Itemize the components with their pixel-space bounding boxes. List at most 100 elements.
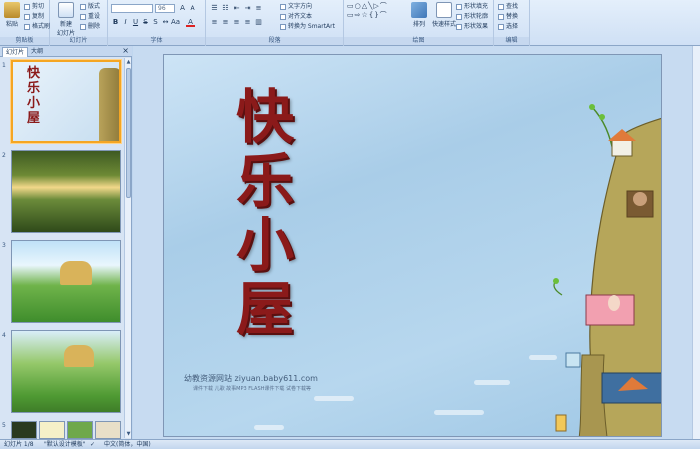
slide-thumbnail-1[interactable]: 快乐小屋 bbox=[11, 60, 121, 143]
tab-slides[interactable]: 幻灯片 bbox=[2, 47, 29, 57]
character-spacing-button[interactable]: ↔ bbox=[161, 18, 170, 27]
underline-button[interactable]: U bbox=[131, 18, 140, 27]
language-indicator[interactable]: 中文(简体，中国) bbox=[104, 440, 151, 449]
slide-workspace: 快乐小屋 幼教资源网站 ziyuan.baby611.com 课件下载 儿歌 故… bbox=[133, 46, 700, 439]
format-painter-button[interactable]: 格式刷 bbox=[24, 22, 50, 31]
pane-scrollbar[interactable]: ▲ ▼ bbox=[124, 58, 131, 438]
justify-button[interactable]: ≡ bbox=[243, 18, 252, 27]
slide-thumbnail-3[interactable] bbox=[11, 240, 121, 323]
status-bar: 幻灯片 1/8 "默认设计模板" ✓ 中文(简体，中国) bbox=[0, 439, 700, 449]
font-name-box[interactable] bbox=[111, 4, 153, 13]
paste-icon bbox=[4, 2, 20, 18]
shape-effects-icon bbox=[456, 23, 462, 30]
site-subcaption: 课件下载 儿歌 故事MP3 FLASH课件下载 试卷下载等 bbox=[193, 386, 312, 392]
editing-group: 查找 替换 选择 编辑 bbox=[494, 0, 530, 46]
shape-outline-icon bbox=[456, 13, 462, 20]
delete-button[interactable]: 删除 bbox=[80, 22, 100, 31]
find-button[interactable]: 查找 bbox=[498, 2, 518, 11]
decrease-indent-button[interactable]: ⇤ bbox=[232, 4, 241, 13]
text-direction-icon bbox=[280, 3, 286, 10]
shape-effects-button[interactable]: 形状效果 bbox=[456, 22, 488, 31]
quick-styles-icon bbox=[436, 2, 452, 18]
columns-button[interactable]: ▥ bbox=[254, 18, 263, 27]
pane-tabs: 幻灯片 大纲 × bbox=[0, 46, 132, 57]
close-pane-icon[interactable]: × bbox=[122, 46, 129, 55]
slide-thumbnail-5[interactable] bbox=[11, 421, 121, 439]
slide-title[interactable]: 快乐小屋 bbox=[230, 85, 300, 341]
smartart-button[interactable]: 转换为 SmartArt bbox=[280, 22, 335, 31]
copy-button[interactable]: 复制 bbox=[24, 12, 44, 21]
cloud-decoration bbox=[314, 396, 354, 401]
numbering-button[interactable]: ☷ bbox=[221, 4, 230, 13]
cut-button[interactable]: 剪切 bbox=[24, 2, 44, 11]
align-text-button[interactable]: 对齐文本 bbox=[280, 12, 312, 21]
arrange-button[interactable]: 排列 bbox=[408, 2, 430, 28]
slide-thumbnail-4[interactable] bbox=[11, 330, 121, 413]
layout-button[interactable]: 版式 bbox=[80, 2, 100, 11]
new-slide-button[interactable]: 新建 幻灯片 bbox=[54, 2, 78, 37]
align-left-button[interactable]: ≡ bbox=[210, 18, 219, 27]
reset-icon bbox=[80, 13, 86, 20]
select-button[interactable]: 选择 bbox=[498, 22, 518, 31]
slide-number: 1 bbox=[2, 62, 6, 69]
ribbon: 粘贴 剪切 复制 格式刷 剪贴板 新建 幻灯片 版式 重设 删除 幻灯片 96 … bbox=[0, 0, 700, 46]
replace-button[interactable]: 替换 bbox=[498, 12, 518, 21]
cloud-decoration bbox=[474, 380, 510, 385]
text-direction-button[interactable]: 文字方向 bbox=[280, 2, 312, 11]
format-painter-icon bbox=[24, 23, 30, 30]
align-center-button[interactable]: ≡ bbox=[221, 18, 230, 27]
site-caption: 幼教资源网站 ziyuan.baby611.com bbox=[184, 374, 318, 383]
new-slide-icon bbox=[58, 2, 74, 18]
slide-thumbnail-2[interactable] bbox=[11, 150, 121, 233]
find-icon bbox=[498, 3, 504, 10]
change-case-button[interactable]: Aa bbox=[171, 18, 180, 27]
increase-indent-button[interactable]: ⇥ bbox=[243, 4, 252, 13]
cloud-decoration bbox=[434, 410, 484, 415]
thumbnail-house bbox=[64, 345, 94, 367]
align-right-button[interactable]: ≡ bbox=[232, 18, 241, 27]
bullets-button[interactable]: ☰ bbox=[210, 4, 219, 13]
bold-button[interactable]: B bbox=[111, 18, 120, 27]
slides-group: 新建 幻灯片 版式 重设 删除 幻灯片 bbox=[50, 0, 108, 46]
workspace-scrollbar[interactable] bbox=[692, 46, 700, 439]
clipboard-label: 剪贴板 bbox=[0, 37, 49, 45]
align-text-icon bbox=[280, 13, 286, 20]
font-color-button[interactable]: A bbox=[186, 18, 195, 27]
shape-outline-button[interactable]: 形状轮廓 bbox=[456, 12, 488, 21]
thumbnail-tree bbox=[99, 68, 119, 141]
font-group: 96 A A B I U S S ↔ Aa A 字体 bbox=[108, 0, 206, 46]
font-size-box[interactable]: 96 bbox=[155, 4, 175, 13]
shape-fill-icon bbox=[456, 3, 462, 10]
reset-button[interactable]: 重设 bbox=[80, 12, 100, 21]
scroll-thumb[interactable] bbox=[126, 68, 131, 198]
thumbnail-house bbox=[60, 261, 92, 285]
line-spacing-button[interactable]: ≡ bbox=[254, 4, 263, 13]
tab-outline[interactable]: 大纲 bbox=[28, 47, 46, 57]
slide-canvas[interactable]: 快乐小屋 幼教资源网站 ziyuan.baby611.com 课件下载 儿歌 故… bbox=[163, 54, 662, 437]
select-icon bbox=[498, 23, 504, 30]
spellcheck-icon[interactable]: ✓ bbox=[90, 440, 95, 449]
shape-fill-button[interactable]: 形状填充 bbox=[456, 2, 488, 11]
paragraph-group: ☰ ☷ ⇤ ⇥ ≡ ≡ ≡ ≡ ≡ ▥ 文字方向 对齐文本 转换为 SmartA… bbox=[206, 0, 344, 46]
scroll-up-icon[interactable]: ▲ bbox=[125, 58, 132, 66]
slide-number: 2 bbox=[2, 152, 6, 159]
slide-count-indicator: 幻灯片 1/8 bbox=[4, 441, 34, 448]
paste-button[interactable]: 粘贴 bbox=[2, 2, 22, 28]
quick-styles-button[interactable]: 快速样式 bbox=[432, 2, 456, 28]
slides-label: 幻灯片 bbox=[50, 37, 107, 45]
shapes-gallery[interactable]: ▭○△╲▷⌒ ▭⇨☆{}⌒ bbox=[347, 2, 399, 30]
thumbnail-title: 快乐小屋 bbox=[27, 66, 41, 126]
grow-font-button[interactable]: A bbox=[178, 4, 187, 13]
shadow-button[interactable]: S bbox=[151, 18, 160, 27]
italic-button[interactable]: I bbox=[121, 18, 130, 27]
strikethrough-button[interactable]: S bbox=[141, 18, 150, 27]
drawing-group: ▭○△╲▷⌒ ▭⇨☆{}⌒ 排列 快速样式 形状填充 形状轮廓 形状效果 绘图 bbox=[344, 0, 494, 46]
scroll-down-icon[interactable]: ▼ bbox=[125, 430, 132, 438]
cloud-decoration bbox=[254, 425, 284, 430]
paragraph-label: 段落 bbox=[206, 37, 343, 45]
tree-house-illustration bbox=[553, 104, 661, 436]
replace-icon bbox=[498, 13, 504, 20]
shrink-font-button[interactable]: A bbox=[188, 4, 197, 13]
theme-name: "默认设计模板" bbox=[44, 441, 86, 448]
editing-label: 编辑 bbox=[494, 37, 529, 45]
